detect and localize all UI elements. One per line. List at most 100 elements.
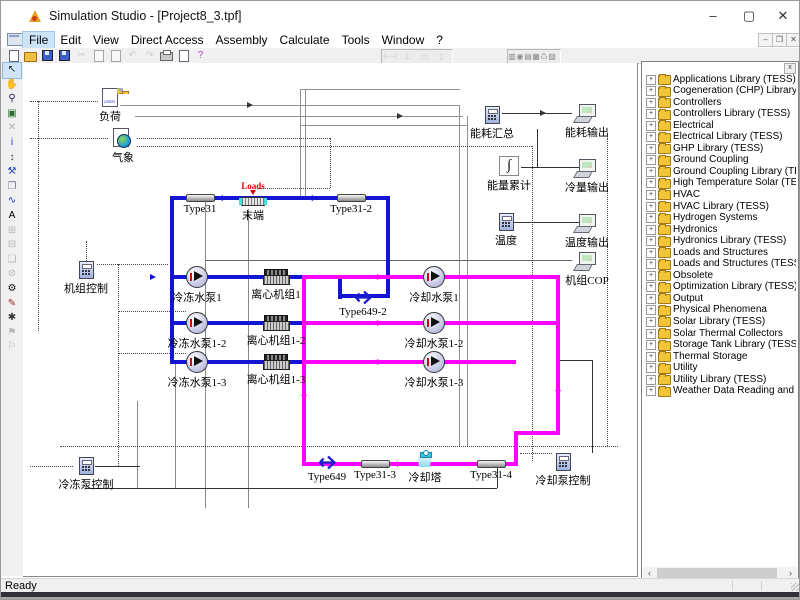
menu-item-view[interactable]: View — [87, 32, 125, 49]
tree-item-solar-thermal-collectors[interactable]: +Solar Thermal Collectors — [644, 327, 796, 339]
project-canvas[interactable]: USER负荷气象Type31末端LoadsType31-2能耗汇总能耗输出∫能量… — [23, 63, 638, 577]
tree-item-applications-library-tess[interactable]: +Applications Library (TESS) — [644, 73, 796, 85]
menu-item-?[interactable]: ? — [430, 32, 449, 49]
fluid-pipe[interactable] — [556, 275, 560, 435]
tree-item-hydronics-library-tess[interactable]: +Hydronics Library (TESS) — [644, 235, 796, 247]
mdi-close-button[interactable]: ✕ — [786, 33, 800, 47]
tree-item-physical-phenomena[interactable]: +Physical Phenomena — [644, 304, 796, 316]
maximize-button[interactable]: ▢ — [731, 1, 767, 30]
fluid-pipe[interactable] — [386, 196, 390, 298]
expand-icon[interactable]: + — [646, 305, 656, 315]
energy-integrator[interactable]: ∫能量累计 — [499, 156, 519, 176]
pipe-type31[interactable]: Type31 — [186, 194, 215, 202]
expand-icon[interactable]: + — [646, 386, 656, 396]
new-file-icon[interactable] — [5, 49, 22, 62]
print-icon[interactable] — [158, 49, 175, 62]
expand-icon[interactable]: + — [646, 248, 656, 258]
tree-item-hydronics[interactable]: +Hydronics — [644, 223, 796, 235]
expand-icon[interactable]: + — [646, 236, 656, 246]
tree-item-ghp-library-tess[interactable]: +GHP Library (TESS) — [644, 142, 796, 154]
expand-icon[interactable]: + — [646, 144, 656, 154]
temperature-calc[interactable]: 温度 — [499, 213, 514, 231]
fluid-pipe[interactable] — [514, 431, 518, 466]
print-preview-icon[interactable] — [175, 49, 192, 62]
weather-data[interactable]: 气象 — [113, 128, 133, 148]
tree-item-controllers-library-tess[interactable]: +Controllers Library (TESS) — [644, 108, 796, 120]
tree-item-utility-library-tess[interactable]: +Utility Library (TESS) — [644, 373, 796, 385]
energy-output-plotter[interactable]: 能耗输出 — [575, 104, 599, 123]
chilled-pump-1[interactable]: 冷冻水泵1 — [186, 266, 208, 288]
menu-item-window[interactable]: Window — [376, 32, 431, 49]
expand-icon[interactable]: + — [646, 363, 656, 373]
menu-item-direct-access[interactable]: Direct Access — [125, 32, 210, 49]
expand-icon[interactable]: + — [646, 98, 656, 108]
cooling-pump-1-3[interactable]: 冷却水泵1-3 — [423, 351, 445, 373]
chilled-pump-control-calc[interactable]: 冷冻泵控制 — [79, 457, 94, 475]
info-tool-icon[interactable]: i — [3, 136, 21, 151]
mdi-minimize-button[interactable]: – — [758, 33, 773, 47]
close-button[interactable]: ✕ — [765, 1, 800, 30]
expand-icon[interactable]: + — [646, 178, 656, 188]
save-all-icon[interactable] — [56, 49, 73, 62]
diverter-type649-2[interactable]: Type649-2 — [355, 290, 372, 305]
tree-item-hydrogen-systems[interactable]: +Hydrogen Systems — [644, 212, 796, 224]
cooling-pump-1[interactable]: 冷却水泵1 — [423, 266, 445, 288]
refresh-icon[interactable]: ♺ — [540, 50, 548, 63]
temperature-output-plotter[interactable]: 温度输出 — [575, 214, 599, 233]
stamp-tool-icon[interactable]: ❐ — [3, 180, 21, 195]
cooling-tower[interactable]: 冷却塔 — [418, 452, 433, 468]
chilled-pump-1-2[interactable]: 冷冻水泵1-2 — [186, 312, 208, 334]
menu-item-tools[interactable]: Tools — [336, 32, 376, 49]
mdi-restore-button[interactable]: ❐ — [772, 33, 787, 47]
unit-control-calc[interactable]: 机组控制 — [79, 261, 94, 279]
fluid-pipe[interactable] — [514, 431, 560, 435]
pipe-type31-3[interactable]: Type31-3 — [361, 460, 390, 468]
chiller-1-2[interactable]: 离心机组1-2 — [263, 315, 290, 331]
expand-icon[interactable]: + — [646, 375, 656, 385]
chiller-1[interactable]: 离心机组1 — [263, 269, 290, 285]
tree-item-thermal-storage[interactable]: +Thermal Storage — [644, 350, 796, 362]
expand-icon[interactable]: + — [646, 167, 656, 177]
tree-item-hvac-library-tess[interactable]: +HVAC Library (TESS) — [644, 200, 796, 212]
chiller-1-3[interactable]: 离心机组1-3 — [263, 354, 290, 370]
cooling-pump-control-calc[interactable]: 冷却泵控制 — [556, 453, 571, 471]
tree-item-loads-and-structures-tess[interactable]: +Loads and Structures (TESS) — [644, 258, 796, 270]
terminal-unit[interactable]: 末端Loads — [241, 197, 265, 206]
expand-icon[interactable]: + — [646, 202, 656, 212]
expand-icon[interactable]: + — [646, 213, 656, 223]
draw-tool-icon[interactable]: ✎ — [3, 297, 21, 312]
help-icon[interactable]: ? — [192, 49, 209, 62]
menu-item-assembly[interactable]: Assembly — [210, 32, 274, 49]
layers-icon[interactable]: ▦ — [532, 50, 540, 63]
chilled-pump-1-3[interactable]: 冷冻水泵1-3 — [186, 351, 208, 373]
menu-item-calculate[interactable]: Calculate — [274, 32, 336, 49]
tree-item-hvac[interactable]: +HVAC — [644, 188, 796, 200]
document-icon[interactable] — [7, 33, 23, 46]
tree-item-electrical-library-tess[interactable]: +Electrical Library (TESS) — [644, 131, 796, 143]
expand-icon[interactable]: + — [646, 109, 656, 119]
expand-icon[interactable]: + — [646, 317, 656, 327]
menu-item-edit[interactable]: Edit — [54, 32, 87, 49]
tree-item-storage-tank-library-tess[interactable]: +Storage Tank Library (TESS) — [644, 339, 796, 351]
pipe-type31-4[interactable]: Type31-4 — [477, 460, 506, 468]
unit-cop-plotter[interactable]: 机组COP — [575, 252, 599, 271]
expand-icon[interactable]: + — [646, 294, 656, 304]
sort-tool-icon[interactable]: ↕ — [3, 151, 21, 166]
tree-item-electrical[interactable]: +Electrical — [644, 119, 796, 131]
tree-item-optimization-library-tess[interactable]: +Optimization Library (TESS) — [644, 281, 796, 293]
tree-item-cogeneration-chp-library-tess[interactable]: +Cogeneration (CHP) Library (TESS) — [644, 85, 796, 97]
cooling-output-plotter[interactable]: 冷量输出 — [575, 159, 599, 178]
show-locks-icon[interactable]: ▤ — [524, 50, 532, 63]
tree-item-solar-library-tess[interactable]: +Solar Library (TESS) — [644, 315, 796, 327]
expand-icon[interactable]: + — [646, 86, 656, 96]
cooling-pump-1-2[interactable]: 冷却水泵1-2 — [423, 312, 445, 334]
expand-icon[interactable]: + — [646, 155, 656, 165]
tree-item-loads-and-structures[interactable]: +Loads and Structures — [644, 246, 796, 258]
pipe-type31-2[interactable]: Type31-2 — [337, 194, 366, 202]
fluid-pipe[interactable] — [302, 360, 516, 364]
menu-item-file[interactable]: File — [23, 32, 54, 49]
macro-tool-icon[interactable]: ✱ — [3, 311, 21, 326]
wrench-tool-icon[interactable]: ⚒ — [3, 165, 21, 180]
pan-tool-icon[interactable]: ✋ — [3, 78, 21, 93]
open-file-icon[interactable] — [22, 49, 39, 62]
